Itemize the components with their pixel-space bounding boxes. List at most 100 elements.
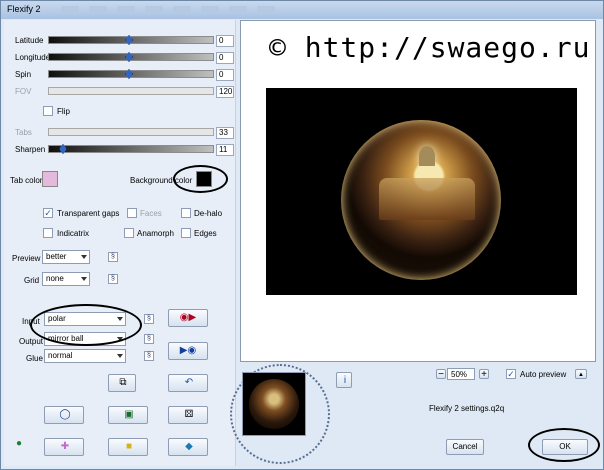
menu-item[interactable] [61,6,79,12]
grid-link-icon[interactable]: § [108,274,118,284]
fov-value[interactable]: 120 [216,86,234,98]
menu-item[interactable] [145,6,163,12]
longitude-label: Longitude [15,53,51,62]
cube-icon: ■ [125,441,133,452]
menu-item[interactable] [257,6,275,12]
menu-bar [61,5,361,16]
thumbnail[interactable] [242,372,306,436]
longitude-thumb[interactable] [125,52,133,62]
left-panel: Latitude 0 Longitude 0 Spin 0 FOV 120 Fl… [4,20,236,466]
anamorph-checkbox[interactable] [124,228,134,238]
menu-item[interactable] [89,6,107,12]
annotation-oval [173,165,228,193]
annotation-oval [528,428,600,462]
menu-item[interactable] [117,6,135,12]
cancel-button[interactable]: Cancel [446,439,484,455]
menu-item[interactable] [173,6,191,12]
spin-value[interactable]: 0 [216,69,234,81]
auto-preview-checkbox[interactable]: ✓ [506,369,516,379]
title-bar: Flexify 2 [1,1,603,19]
undo-button[interactable]: ↶ [168,374,208,392]
output-label: Output [19,337,44,346]
chevron-down-icon [117,354,123,358]
zoom-value: 50% [451,370,468,379]
preview-label: Preview [12,254,41,263]
sharpen-slider[interactable] [48,144,214,154]
dice-button[interactable]: ⚄ [168,406,208,424]
zoom-in-button[interactable]: + [479,369,489,380]
preview-link-icon[interactable]: § [108,252,118,262]
edges-checkbox[interactable] [181,228,191,238]
auto-preview-label: Auto preview [520,370,567,379]
undo-icon: ↶ [184,377,194,388]
grid-value: none [46,274,64,283]
de-halo-checkbox[interactable] [181,208,191,218]
zoom-out-button[interactable]: − [436,369,446,380]
de-halo-label: De-halo [194,209,223,218]
transparent-gaps-checkbox[interactable]: ✓ [43,208,53,218]
zoom-level[interactable]: 50% [447,368,475,380]
sharpen-value[interactable]: 11 [216,144,234,156]
square-button[interactable]: ▣ [108,406,148,424]
minus-icon: − [438,369,444,380]
latitude-thumb[interactable] [125,35,133,45]
spin-thumb[interactable] [125,69,133,79]
collapse-button[interactable]: ▲ [575,369,587,379]
longitude-value[interactable]: 0 [216,52,234,64]
info-button[interactable]: i [336,372,352,388]
latitude-value[interactable]: 0 [216,35,234,47]
gem-button[interactable]: ◆ [168,438,208,456]
sharpen-thumb[interactable] [59,144,67,154]
input-link-icon[interactable]: § [144,314,154,324]
tab-color-swatch[interactable] [42,171,58,187]
annotation-oval [30,304,142,346]
info-icon: i [343,375,347,386]
preview-image [266,88,577,295]
tabs-value[interactable]: 33 [216,127,234,139]
indicatrix-checkbox[interactable] [43,228,53,238]
fisheye-photo [341,120,501,280]
window-title: Flexify 2 [7,4,41,14]
circle-button[interactable]: ◯ [44,406,84,424]
watermark: © http://swaego.ru [269,31,591,64]
longitude-slider[interactable] [48,52,214,62]
circle-icon: ◯ [59,409,71,420]
dice-icon: ⚄ [184,409,194,420]
gem-icon: ◆ [185,441,193,452]
flip-checkbox[interactable] [43,106,53,116]
swap-icon: ◉▶ [179,312,197,323]
up-arrow-icon: ▲ [578,372,584,378]
anamorph-label: Anamorph [137,229,174,238]
fov-slider[interactable] [48,87,214,95]
grid-select[interactable]: none [42,272,90,286]
swap-output-button[interactable]: ▶◉ [168,342,208,360]
preview-value: better [46,252,67,261]
faces-checkbox[interactable] [127,208,137,218]
square-icon: ▣ [124,409,134,420]
glue-select[interactable]: normal [44,349,126,363]
indicatrix-label: Indicatrix [57,229,90,238]
swap-input-button[interactable]: ◉▶ [168,309,208,327]
spin-slider[interactable] [48,69,214,79]
tab-color-label: Tab color [10,176,43,185]
globe-icon[interactable]: ● [12,439,26,453]
latitude-slider[interactable] [48,35,214,45]
glue-link-icon[interactable]: § [144,351,154,361]
glue-value: normal [48,351,73,360]
chevron-down-icon [81,255,87,259]
cube-button[interactable]: ■ [108,438,148,456]
tabs-slider[interactable] [48,128,214,136]
grid-label: Grid [24,276,40,285]
output-link-icon[interactable]: § [144,334,154,344]
glue-label: Glue [26,354,43,363]
transparent-gaps-label: Transparent gaps [57,209,120,218]
copy-button[interactable]: ⧉ [108,374,136,392]
fov-label: FOV [15,87,32,96]
menu-item[interactable] [229,6,247,12]
plus-shape-button[interactable]: ✚ [44,438,84,456]
preview-select[interactable]: better [42,250,90,264]
swap-icon: ▶◉ [179,345,197,356]
plus-icon: + [481,369,487,380]
sharpen-label: Sharpen [15,145,46,154]
menu-item[interactable] [201,6,219,12]
